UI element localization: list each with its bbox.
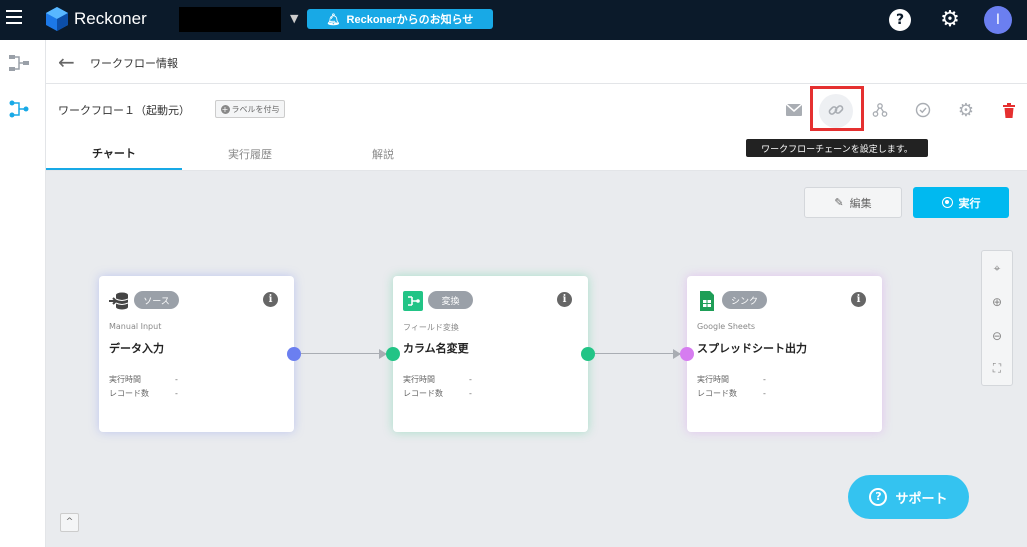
input-port[interactable] bbox=[386, 347, 400, 361]
node-sink[interactable]: シンク i Google Sheets スプレッドシート出力 実行時間 - レコー… bbox=[687, 276, 882, 432]
node-subtitle: Manual Input bbox=[109, 322, 162, 331]
top-navbar: Reckoner ▼ 🔔︎ Reckonerからのお知らせ ? ⚙ I bbox=[0, 0, 1027, 40]
node-stat-row: レコード数 - bbox=[697, 389, 766, 398]
brand-name: Reckoner bbox=[74, 9, 147, 28]
tab-bar: チャート 実行履歴 解説 bbox=[46, 137, 746, 171]
node-type-badge: ソース bbox=[134, 291, 179, 309]
workspace-selector[interactable] bbox=[179, 7, 281, 32]
reckoner-logo-icon bbox=[46, 7, 68, 31]
menu-icon[interactable] bbox=[6, 10, 22, 26]
info-icon[interactable]: i bbox=[263, 292, 278, 307]
output-port[interactable] bbox=[581, 347, 595, 361]
page-header: ← ワークフロー情報 bbox=[46, 40, 1027, 84]
node-title: データ入力 bbox=[109, 342, 164, 355]
tooltip: ワークフローチェーンを設定します。 bbox=[746, 139, 928, 157]
node-stat-row: レコード数 - bbox=[403, 389, 472, 398]
node-type-badge: シンク bbox=[722, 291, 767, 309]
help-icon[interactable]: ? bbox=[889, 9, 911, 31]
left-sidebar bbox=[0, 40, 46, 547]
chevron-down-icon[interactable]: ▼ bbox=[290, 12, 298, 25]
add-label-button[interactable]: + ラベルを付与 bbox=[215, 100, 285, 118]
zoom-out-icon[interactable]: ⊖ bbox=[982, 319, 1012, 353]
notice-button[interactable]: 🔔︎ Reckonerからのお知らせ bbox=[307, 9, 493, 29]
play-circle-icon bbox=[941, 197, 953, 208]
fit-view-icon[interactable]: ⛶ bbox=[982, 351, 1012, 385]
node-transform[interactable]: 変換 i フィールド変換 カラム名変更 実行時間 - レコード数 - bbox=[393, 276, 588, 432]
clock-icon[interactable] bbox=[911, 98, 935, 122]
workflow-icon[interactable] bbox=[8, 54, 30, 72]
node-type-badge: 変換 bbox=[428, 291, 473, 309]
database-icon bbox=[109, 292, 129, 310]
tab-explanation[interactable]: 解説 bbox=[315, 137, 451, 170]
plus-circle-icon: + bbox=[220, 104, 230, 114]
edge-connector bbox=[595, 353, 680, 354]
mail-icon[interactable] bbox=[782, 98, 806, 122]
workflow-active-icon[interactable] bbox=[8, 100, 30, 118]
output-port[interactable] bbox=[287, 347, 301, 361]
pencil-icon: ✎ bbox=[834, 196, 844, 209]
node-title: スプレッドシート出力 bbox=[697, 342, 807, 355]
notice-label: Reckonerからのお知らせ bbox=[346, 14, 474, 26]
node-stat-row: 実行時間 - bbox=[109, 375, 178, 384]
crosshair-icon[interactable]: ⌖ bbox=[982, 251, 1012, 285]
support-button[interactable]: ? サポート bbox=[848, 475, 969, 519]
bell-icon: 🔔︎ bbox=[326, 13, 341, 26]
input-port[interactable] bbox=[680, 347, 694, 361]
edit-button[interactable]: ✎ 編集 bbox=[804, 187, 902, 218]
gear-icon[interactable]: ⚙ bbox=[939, 9, 961, 31]
info-icon[interactable]: i bbox=[851, 292, 866, 307]
run-button[interactable]: 実行 bbox=[913, 187, 1009, 218]
node-subtitle: フィールド変換 bbox=[403, 323, 459, 332]
page-title: ワークフロー情報 bbox=[90, 58, 178, 70]
highlight-box bbox=[810, 86, 864, 131]
zoom-in-icon[interactable]: ⊕ bbox=[982, 285, 1012, 319]
info-icon[interactable]: i bbox=[557, 292, 572, 307]
add-label-text: ラベルを付与 bbox=[231, 104, 280, 114]
edit-label: 編集 bbox=[849, 196, 872, 210]
settings-gear-icon[interactable]: ⚙ bbox=[954, 98, 978, 122]
node-source[interactable]: ソース i Manual Input データ入力 実行時間 - レコード数 - bbox=[99, 276, 294, 432]
node-stat-row: 実行時間 - bbox=[403, 375, 472, 384]
trash-icon[interactable] bbox=[997, 98, 1021, 122]
sheets-icon bbox=[700, 291, 714, 311]
tab-chart[interactable]: チャート bbox=[46, 137, 182, 170]
run-label: 実行 bbox=[958, 196, 981, 210]
node-stat-row: 実行時間 - bbox=[697, 375, 766, 384]
tab-history[interactable]: 実行履歴 bbox=[182, 137, 318, 170]
back-arrow-icon[interactable]: ← bbox=[58, 52, 75, 72]
collapse-button[interactable]: ^ bbox=[60, 513, 79, 532]
node-title: カラム名変更 bbox=[403, 342, 469, 355]
avatar[interactable]: I bbox=[984, 6, 1012, 34]
node-stat-row: レコード数 - bbox=[109, 389, 178, 398]
node-subtitle: Google Sheets bbox=[697, 322, 756, 331]
edge-connector bbox=[301, 353, 386, 354]
network-icon[interactable] bbox=[868, 98, 892, 122]
question-icon: ? bbox=[869, 488, 888, 506]
zoom-controls: ⌖ ⊕ ⊖ ⛶ bbox=[981, 250, 1013, 386]
transform-icon bbox=[403, 291, 423, 311]
support-label: サポート bbox=[895, 491, 948, 507]
workflow-name: ワークフロー１（起動元） bbox=[58, 104, 190, 117]
